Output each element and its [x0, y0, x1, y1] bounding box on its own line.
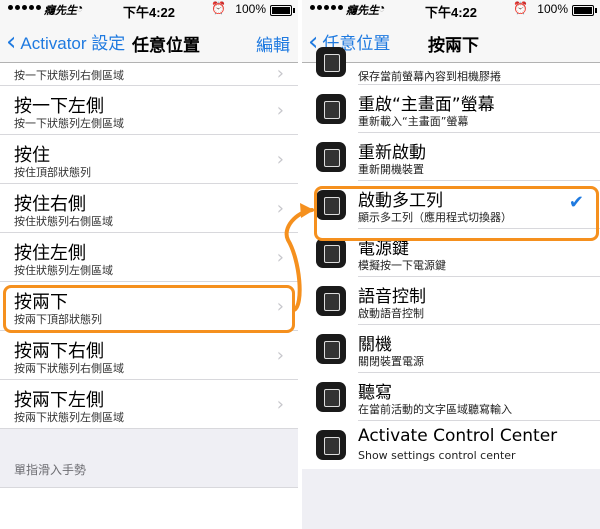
chevron-right-icon: ›	[276, 198, 284, 219]
list-item[interactable]: 語音控制 啟動語音控制	[302, 277, 600, 325]
item-subtitle: 按住狀態列左側區域	[14, 264, 113, 277]
action-list: 保存當前螢幕內容到相機膠捲 重啟“主畫面”螢幕 重新載入“主畫面”螢幕 重新啟動…	[302, 47, 600, 469]
item-subtitle: 保存當前螢幕內容到相機膠捲	[358, 70, 501, 83]
item-subtitle: 重新開機裝置	[358, 163, 424, 176]
item-title: 語音控制	[358, 287, 426, 307]
item-subtitle: 重新載入“主畫面”螢幕	[358, 115, 469, 128]
screen-icon	[316, 382, 346, 412]
item-subtitle: 模擬按一下電源鍵	[358, 259, 446, 272]
item-subtitle: Show settings control center	[358, 449, 516, 462]
status-bar: 癮先生 ◔ 下午4:22 ⏰ 100%	[0, 0, 298, 20]
item-subtitle: 按兩下狀態列左側區域	[14, 411, 124, 424]
list-item[interactable]: 按住右側 按住狀態列右側區域 ›	[0, 184, 298, 233]
list-item[interactable]	[0, 487, 298, 529]
item-title: Activate Control Center	[358, 426, 558, 446]
screen-icon	[316, 94, 346, 124]
screen-icon	[316, 334, 346, 364]
item-subtitle: 在當前活動的文字區域聽寫輸入	[358, 403, 512, 416]
list-item-double-tap[interactable]: 按兩下 按兩下頂部狀態列 ›	[0, 282, 298, 331]
chevron-right-icon: ›	[276, 345, 284, 366]
item-title: 聽寫	[358, 383, 392, 403]
item-title: 重啟“主畫面”螢幕	[358, 95, 495, 115]
alarm-icon: ⏰	[211, 1, 226, 15]
chevron-right-icon: ›	[276, 247, 284, 268]
item-subtitle: 啟動語音控制	[358, 307, 424, 320]
battery-icon	[270, 5, 295, 16]
list-item[interactable]: 按一下左側 按一下狀態列左側區域 ›	[0, 86, 298, 135]
chevron-right-icon: ›	[276, 296, 284, 317]
gesture-list: 按一下狀態列右側區域 › 按一下左側 按一下狀態列左側區域 › 按住 按住頂部狀…	[0, 63, 298, 429]
item-subtitle: 顯示多工列（應用程式切換器）	[358, 211, 512, 224]
list-item[interactable]: 按住 按住頂部狀態列 ›	[0, 135, 298, 184]
list-item[interactable]: 保存當前螢幕內容到相機膠捲	[302, 47, 600, 85]
list-item[interactable]: 按一下狀態列右側區域 ›	[0, 63, 298, 86]
screen-icon	[316, 430, 346, 460]
item-subtitle: 按住頂部狀態列	[14, 166, 91, 179]
list-item[interactable]: 按兩下右側 按兩下狀態列右側區域 ›	[0, 331, 298, 380]
chevron-right-icon: ›	[276, 394, 284, 415]
list-item[interactable]: 聽寫 在當前活動的文字區域聽寫輸入	[302, 373, 600, 421]
page-title: 按兩下	[428, 36, 479, 55]
item-subtitle: 按兩下狀態列右側區域	[14, 362, 124, 375]
nav-bar: ‹ Activator 設定 任意位置 編輯	[0, 20, 298, 63]
list-item[interactable]: 重新啟動 重新開機裝置	[302, 133, 600, 181]
battery-percent: 100%	[235, 2, 266, 16]
item-subtitle: 按住狀態列右側區域	[14, 215, 113, 228]
screen-icon	[316, 47, 346, 77]
list-item[interactable]: 按住左側 按住狀態列左側區域 ›	[0, 233, 298, 282]
alarm-icon: ⏰	[513, 1, 528, 15]
item-subtitle: 按一下狀態列左側區域	[14, 117, 124, 130]
screen-icon	[316, 190, 346, 220]
battery-percent: 100%	[537, 2, 568, 16]
page-title: 任意位置	[132, 36, 200, 55]
chevron-left-icon: ‹	[6, 26, 17, 57]
section-header: 單指滑入手勢	[14, 463, 87, 477]
screen-icon	[316, 238, 346, 268]
chevron-right-icon: ›	[276, 100, 284, 121]
item-title: 啟動多工列	[358, 191, 443, 211]
item-subtitle: 關閉裝置電源	[358, 355, 424, 368]
item-subtitle: 按一下狀態列右側區域	[14, 69, 124, 82]
checkmark-icon: ✔	[568, 192, 584, 213]
edit-button[interactable]: 編輯	[256, 31, 290, 56]
status-bar: 癮先生 ◔ 下午4:22 ⏰ 100%	[302, 0, 600, 20]
list-item[interactable]: 重啟“主畫面”螢幕 重新載入“主畫面”螢幕	[302, 85, 600, 133]
list-item[interactable]: Activate Control Center Show settings co…	[302, 421, 600, 469]
item-subtitle: 按兩下頂部狀態列	[14, 313, 102, 326]
screen-icon	[316, 286, 346, 316]
chevron-right-icon: ›	[276, 149, 284, 170]
list-item[interactable]: 電源鍵 模擬按一下電源鍵	[302, 229, 600, 277]
back-label: Activator 設定	[20, 34, 126, 53]
back-button[interactable]: ‹ Activator 設定	[6, 26, 126, 57]
left-screen: 癮先生 ◔ 下午4:22 ⏰ 100% ‹ Activator 設定 任意位置 …	[0, 0, 298, 529]
item-title: 關機	[358, 335, 392, 355]
list-item[interactable]: 關機 關閉裝置電源	[302, 325, 600, 373]
item-title: 電源鍵	[358, 239, 409, 259]
battery-icon	[572, 5, 597, 16]
right-screen: 癮先生 ◔ 下午4:22 ⏰ 100% ‹ 任意位置 按兩下 保存當前螢幕內容到…	[302, 0, 600, 529]
item-title: 重新啟動	[358, 143, 426, 163]
screen-icon	[316, 142, 346, 172]
chevron-right-icon: ›	[276, 63, 284, 84]
list-item[interactable]: 按兩下左側 按兩下狀態列左側區域 ›	[0, 380, 298, 429]
list-item-selected[interactable]: 啟動多工列 顯示多工列（應用程式切換器） ✔	[302, 181, 600, 229]
nav-bar: ‹ 任意位置 按兩下	[302, 20, 600, 63]
